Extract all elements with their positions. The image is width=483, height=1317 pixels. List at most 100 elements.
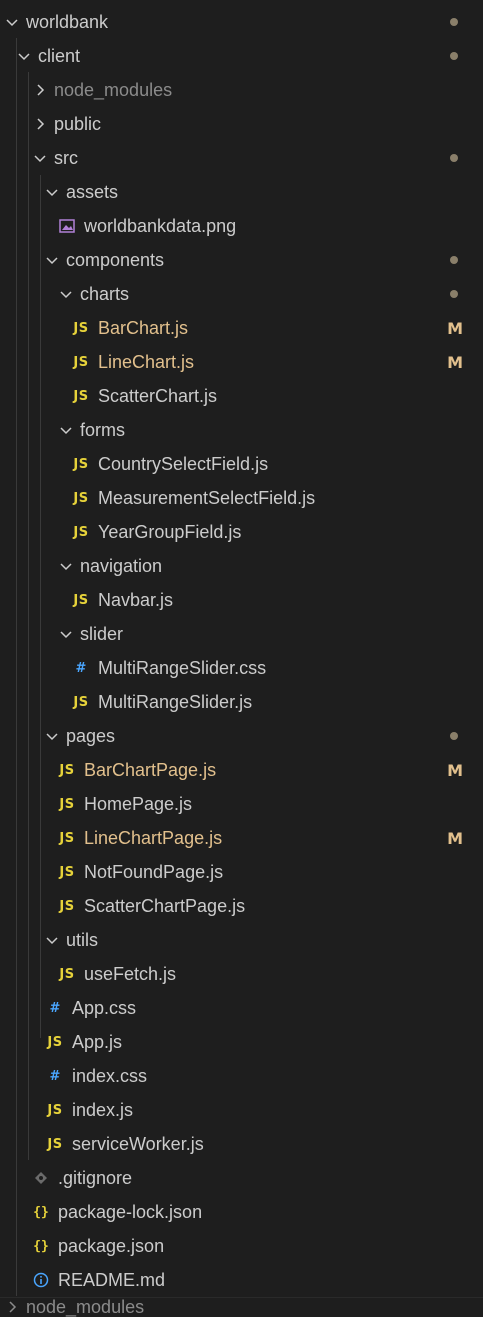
tree-label: src: [54, 148, 78, 168]
chevron-down-icon: [58, 626, 74, 642]
tree-label: MeasurementSelectField.js: [98, 488, 316, 508]
js-file-icon: JS: [59, 966, 75, 982]
js-file-icon: JS: [73, 524, 89, 540]
tree-file-worldbankdata-png[interactable]: worldbankdata.png: [0, 209, 483, 243]
tree-label: node_modules: [54, 80, 173, 100]
file-explorer: worldbank client node_modules public src…: [0, 0, 483, 1317]
modified-dot: [450, 154, 458, 162]
tree-file-scatterchart-js[interactable]: JS ScatterChart.js: [0, 379, 483, 413]
css-file-icon: #: [75, 660, 87, 676]
tree-label: components: [66, 250, 165, 270]
tree-file-linechartpage-js[interactable]: JS LineChartPage.js M: [0, 821, 483, 855]
tree-folder-src[interactable]: src: [0, 141, 483, 175]
tree-file-linechart-js[interactable]: JS LineChart.js M: [0, 345, 483, 379]
tree-file-yeargroupfield-js[interactable]: JS YearGroupField.js: [0, 515, 483, 549]
tree-file-multirangeslider-js[interactable]: JS MultiRangeSlider.js: [0, 685, 483, 719]
modified-badge: M: [447, 318, 463, 338]
js-file-icon: JS: [73, 490, 89, 506]
tree-file-serviceworker-js[interactable]: JS serviceWorker.js: [0, 1127, 483, 1161]
modified-dot: [450, 18, 458, 26]
tree-folder-assets[interactable]: assets: [0, 175, 483, 209]
js-file-icon: JS: [47, 1102, 63, 1118]
tree-label: charts: [80, 284, 130, 304]
modified-dot: [450, 290, 458, 298]
tree-file-multirangeslider-css[interactable]: # MultiRangeSlider.css: [0, 651, 483, 685]
tree-label: LineChartPage.js: [84, 828, 223, 848]
js-file-icon: JS: [73, 388, 89, 404]
tree-label: worldbank: [26, 12, 109, 32]
tree-label: CountrySelectField.js: [98, 454, 269, 474]
tree-label: App.js: [72, 1032, 123, 1052]
js-file-icon: JS: [73, 694, 89, 710]
js-file-icon: JS: [73, 354, 89, 370]
tree-folder-client[interactable]: client: [0, 39, 483, 73]
tree-folder-charts[interactable]: charts: [0, 277, 483, 311]
tree-folder-forms[interactable]: forms: [0, 413, 483, 447]
js-file-icon: JS: [59, 864, 75, 880]
chevron-down-icon: [58, 422, 74, 438]
tree-file-countryselectfield-js[interactable]: JS CountrySelectField.js: [0, 447, 483, 481]
tree-file-navbar-js[interactable]: JS Navbar.js: [0, 583, 483, 617]
modified-badge: M: [447, 760, 463, 780]
tree-file-package-lock-json[interactable]: {} package-lock.json: [0, 1195, 483, 1229]
json-file-icon: {}: [33, 1238, 49, 1254]
tree-file-app-js[interactable]: JS App.js: [0, 1025, 483, 1059]
tree-label: MultiRangeSlider.css: [98, 658, 267, 678]
tree-folder-components[interactable]: components: [0, 243, 483, 277]
chevron-down-icon: [44, 252, 60, 268]
tree-label: client: [38, 46, 81, 66]
tree-folder-node-modules-root[interactable]: node_modules: [0, 1297, 483, 1317]
image-icon: [58, 217, 76, 235]
tree-label: public: [54, 114, 102, 134]
js-file-icon: JS: [73, 320, 89, 336]
info-icon: [32, 1271, 50, 1289]
tree-folder-utils[interactable]: utils: [0, 923, 483, 957]
tree-label: node_modules: [26, 1297, 145, 1317]
js-file-icon: JS: [59, 762, 75, 778]
modified-dot: [450, 52, 458, 60]
json-file-icon: {}: [33, 1204, 49, 1220]
tree-file-barchart-js[interactable]: JS BarChart.js M: [0, 311, 483, 345]
js-file-icon: JS: [59, 898, 75, 914]
tree-file-index-js[interactable]: JS index.js: [0, 1093, 483, 1127]
tree-label: Navbar.js: [98, 590, 174, 610]
tree-folder-node-modules[interactable]: node_modules: [0, 73, 483, 107]
tree-label: assets: [66, 182, 119, 202]
tree-folder-public[interactable]: public: [0, 107, 483, 141]
tree-label: utils: [66, 930, 99, 950]
tree-label: App.css: [72, 998, 137, 1018]
tree-file-app-css[interactable]: # App.css: [0, 991, 483, 1025]
js-file-icon: JS: [73, 456, 89, 472]
tree-folder-navigation[interactable]: navigation: [0, 549, 483, 583]
chevron-down-icon: [58, 286, 74, 302]
css-file-icon: #: [49, 1068, 61, 1084]
tree-label: package-lock.json: [58, 1202, 203, 1222]
tree-label: ScatterChart.js: [98, 386, 218, 406]
tree-folder-pages[interactable]: pages: [0, 719, 483, 753]
tree-folder-worldbank[interactable]: worldbank: [0, 5, 483, 39]
js-file-icon: JS: [47, 1136, 63, 1152]
tree-file-scatterchartpage-js[interactable]: JS ScatterChartPage.js: [0, 889, 483, 923]
tree-file-package-json[interactable]: {} package.json: [0, 1229, 483, 1263]
tree-file-barchartpage-js[interactable]: JS BarChartPage.js M: [0, 753, 483, 787]
chevron-down-icon: [44, 184, 60, 200]
tree-file-measurementselectfield-js[interactable]: JS MeasurementSelectField.js: [0, 481, 483, 515]
tree-file-notfoundpage-js[interactable]: JS NotFoundPage.js: [0, 855, 483, 889]
chevron-down-icon: [32, 150, 48, 166]
tree-label: index.css: [72, 1066, 148, 1086]
tree-label: HomePage.js: [84, 794, 193, 814]
tree-file-readme-md[interactable]: README.md: [0, 1263, 483, 1297]
tree-file-homepage-js[interactable]: JS HomePage.js: [0, 787, 483, 821]
tree-folder-slider[interactable]: slider: [0, 617, 483, 651]
tree-label: BarChart.js: [98, 318, 189, 338]
tree-label: slider: [80, 624, 124, 644]
chevron-right-icon: [32, 82, 48, 98]
tree-file-usefetch-js[interactable]: JS useFetch.js: [0, 957, 483, 991]
tree-label: YearGroupField.js: [98, 522, 242, 542]
js-file-icon: JS: [59, 830, 75, 846]
js-file-icon: JS: [73, 592, 89, 608]
tree-file-gitignore[interactable]: .gitignore: [0, 1161, 483, 1195]
tree-label: forms: [80, 420, 125, 440]
tree-label: navigation: [80, 556, 163, 576]
tree-file-index-css[interactable]: # index.css: [0, 1059, 483, 1093]
